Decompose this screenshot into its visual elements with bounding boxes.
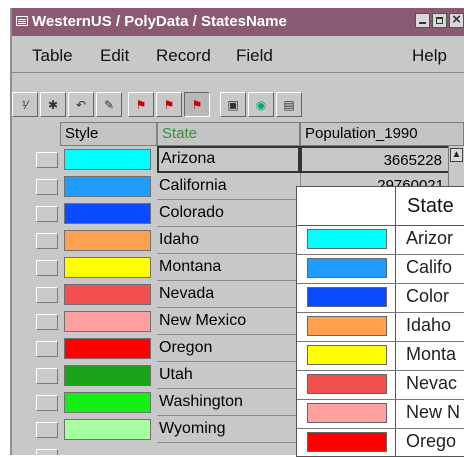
minimize-button[interactable] (415, 13, 430, 28)
legend-item: Idaho (297, 312, 464, 342)
row-selector[interactable] (36, 422, 58, 438)
style-swatch[interactable] (64, 392, 151, 413)
menu-help[interactable]: Help (412, 46, 447, 66)
population-cell[interactable]: 3665228 (300, 146, 458, 173)
state-cell[interactable]: Colorado (157, 200, 300, 227)
menu-table[interactable]: Table (32, 46, 73, 66)
legend-label: Monta (406, 344, 457, 364)
row-number-icon[interactable]: ¹⁄ (12, 92, 38, 117)
legend-label: Arizor (406, 228, 454, 248)
state-cell[interactable]: Arizona (157, 146, 300, 173)
menu-edit[interactable]: Edit (100, 46, 129, 66)
legend-item: Color (297, 283, 464, 313)
legend-item: Arizor (297, 225, 464, 255)
legend-item: New N (297, 399, 464, 429)
select-multiple-icon[interactable]: ⚑ (156, 92, 182, 117)
style-swatch[interactable] (64, 284, 151, 305)
menu-field[interactable]: Field (236, 46, 273, 66)
row-selector[interactable] (36, 314, 58, 330)
legend-swatch (307, 287, 387, 307)
style-column-header[interactable]: Style (60, 122, 157, 146)
scroll-up-arrow-icon[interactable]: ▲ (450, 148, 463, 162)
highlight-icon[interactable]: ⚑ (184, 92, 210, 117)
legend-item: Orego (297, 428, 464, 456)
legend-label: Orego (406, 431, 457, 451)
legend-swatch (307, 403, 387, 423)
legend-label: Califo (406, 257, 453, 277)
toolbar: ¹⁄ ✱ ↶ ✎ ⚑ ⚑ ⚑ ▣ ◉ ▤ (12, 90, 464, 120)
pencil-icon[interactable]: ✎ (96, 92, 122, 117)
state-cell[interactable]: New Mexico (157, 308, 300, 335)
state-cell[interactable] (157, 443, 300, 455)
window-controls (415, 11, 464, 28)
row-selector[interactable] (36, 368, 58, 384)
state-cell[interactable]: Idaho (157, 227, 300, 254)
state-cell[interactable]: Montana (157, 254, 300, 281)
style-swatch[interactable] (64, 176, 151, 197)
row-selector[interactable] (36, 260, 58, 276)
state-cell[interactable]: Washington (157, 389, 300, 416)
globe-icon[interactable]: ◉ (248, 92, 274, 117)
legend-item: Nevac (297, 370, 464, 400)
style-swatch[interactable] (64, 365, 151, 386)
state-cell[interactable]: Utah (157, 362, 300, 389)
legend-label: Nevac (406, 373, 458, 393)
legend-item: Califo (297, 254, 464, 284)
row-selector[interactable] (36, 206, 58, 222)
sparkle-icon[interactable]: ✱ (40, 92, 66, 117)
row-selector[interactable] (36, 233, 58, 249)
state-column-header[interactable]: State (157, 122, 300, 146)
population-column-header[interactable]: Population_1990 (300, 122, 464, 146)
window-menu-icon[interactable] (16, 16, 28, 26)
style-swatch[interactable] (64, 230, 151, 251)
style-swatch[interactable] (64, 257, 151, 278)
row-selector[interactable] (36, 287, 58, 303)
title-bar[interactable]: WesternUS / PolyData / StatesName (12, 8, 464, 36)
style-swatch[interactable] (64, 149, 151, 170)
legend-window: State Arizor Califo Color Idaho Monta Ne… (296, 186, 464, 457)
legend-header: State (297, 187, 464, 226)
legend-item: Monta (297, 341, 464, 371)
legend-label: New N (406, 402, 461, 422)
legend-label: Idaho (406, 315, 452, 335)
row-selector[interactable] (36, 395, 58, 411)
window-title: WesternUS / PolyData / StatesName (32, 13, 287, 30)
style-swatch[interactable] (64, 203, 151, 224)
legend-swatch (307, 229, 387, 249)
maximize-button[interactable] (432, 13, 447, 28)
legend-swatch (307, 374, 387, 394)
row-selector[interactable] (36, 179, 58, 195)
style-swatch[interactable] (64, 419, 151, 440)
row-selector[interactable] (36, 152, 58, 168)
state-cell[interactable]: Oregon (157, 335, 300, 362)
row-selector[interactable] (36, 449, 58, 455)
menu-record[interactable]: Record (156, 46, 211, 66)
table-row[interactable]: Arizona 3665228 (12, 146, 464, 173)
style-swatch[interactable] (64, 311, 151, 332)
state-cell[interactable]: Nevada (157, 281, 300, 308)
legend-swatch (307, 316, 387, 336)
legend-label: Color (406, 286, 450, 306)
edit-sheet-icon[interactable]: ▤ (276, 92, 302, 117)
select-icon[interactable]: ⚑ (128, 92, 154, 117)
menu-bar: Table Edit Record Field Help (12, 36, 464, 73)
save-icon[interactable]: ▣ (220, 92, 246, 117)
close-button[interactable] (449, 11, 464, 28)
legend-title: State (407, 195, 454, 217)
state-cell[interactable]: California (157, 173, 300, 200)
legend-swatch (307, 258, 387, 278)
legend-swatch (307, 432, 387, 452)
style-swatch[interactable] (64, 338, 151, 359)
row-selector[interactable] (36, 341, 58, 357)
legend-swatch (307, 345, 387, 365)
state-cell[interactable]: Wyoming (157, 416, 300, 443)
undo-icon[interactable]: ↶ (68, 92, 94, 117)
